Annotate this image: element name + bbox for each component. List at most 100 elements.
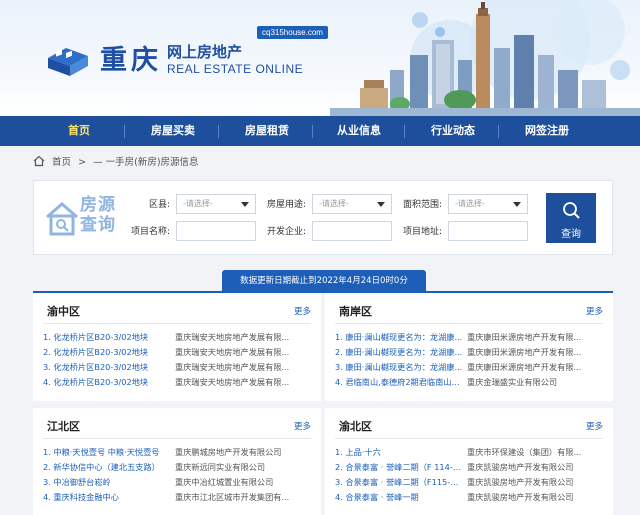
project-name[interactable]: 1. 康田·澜山樾现更名为：龙湖康...: [335, 330, 463, 345]
list-item[interactable]: 3. 化龙桥片区B20-3/02地块 重庆瑞安天地房地产发展有限...: [43, 360, 311, 375]
district-panel-nanan: 南岸区 更多 1. 康田·澜山樾现更名为：龙湖康... 重庆康田米源房地产开发有限…: [325, 293, 613, 401]
home-icon: [33, 155, 45, 167]
search-icon: [563, 202, 580, 219]
developer-name: 重庆凯骏房地产开发有限公司: [467, 492, 574, 502]
more-link[interactable]: 更多: [294, 420, 311, 432]
district-label: 区县:: [148, 200, 170, 210]
panel-title: 渝北区: [339, 420, 372, 433]
developer-name: 重庆中冶红城置业有限公司: [175, 477, 274, 487]
usage-label: 房屋用途:: [266, 200, 306, 210]
search-button-label: 查询: [561, 229, 581, 240]
project-name[interactable]: 1. 化龙桥片区B20-3/02地块: [43, 330, 171, 345]
list-item[interactable]: 3. 康田·澜山樾现更名为：龙湖康... 重庆康田米源房地产开发有限...: [335, 360, 603, 375]
area-label: 面积范围:: [402, 200, 442, 210]
divider: [335, 323, 603, 324]
project-name[interactable]: 2. 康田·澜山樾现更名为：龙湖康...: [335, 345, 463, 360]
breadcrumb-home[interactable]: 首页: [52, 157, 71, 168]
developer-name: 重庆金瑞盛实业有限公司: [467, 377, 558, 387]
district-panel-yubei: 渝北区 更多 1. 上品·十六 重庆市环保建设（集团）有限... 2. 合景泰富 …: [325, 408, 613, 515]
logo-icon: [48, 48, 88, 76]
search-button[interactable]: 查询: [546, 193, 596, 243]
chevron-down-icon: [513, 202, 521, 207]
nav-contract-register[interactable]: 网签注册: [509, 116, 585, 146]
district-panel-yuzhong: 渝中区 更多 1. 化龙桥片区B20-3/02地块 重庆瑞安天地房地产发展有限..…: [33, 293, 321, 401]
project-name[interactable]: 4. 合景泰富 · 誉峰一期: [335, 490, 463, 505]
list-item[interactable]: 1. 上品·十六 重庆市环保建设（集团）有限...: [335, 445, 603, 460]
list-item[interactable]: 1. 化龙桥片区B20-3/02地块 重庆瑞安天地房地产发展有限...: [43, 330, 311, 345]
developer-name: 重庆凯骏房地产开发有限公司: [467, 477, 574, 487]
list-item[interactable]: 2. 合景泰富 · 誉峰二期（F 114-1... 重庆凯骏房地产开发有限公司: [335, 460, 603, 475]
breadcrumb-current: — 一手房(新房)房源信息: [93, 157, 199, 168]
panel-title: 江北区: [47, 420, 80, 433]
nav-divider: [218, 125, 219, 138]
nav-divider: [312, 125, 313, 138]
logo-subtitle: 网上房地产: [167, 43, 243, 61]
divider: [335, 438, 603, 439]
project-name[interactable]: 1. 上品·十六: [335, 445, 463, 460]
nav-home[interactable]: 首页: [41, 116, 117, 146]
panel-title: 南岸区: [339, 305, 372, 318]
list-item[interactable]: 2. 新华协信中心（建北五支路） 重庆新远同实业有限公司: [43, 460, 311, 475]
developer-name: 重庆瑞安天地房地产发展有限...: [175, 332, 290, 342]
panel-title: 渝中区: [47, 305, 80, 318]
developer-name: 重庆瑞安天地房地产发展有限...: [175, 362, 290, 372]
breadcrumb-separator: >: [78, 157, 87, 168]
project-name[interactable]: 3. 中冶御舒台崧岭: [43, 475, 171, 490]
developer-name: 重庆瑞安天地房地产发展有限...: [175, 347, 290, 357]
district-panel-jiangbei: 江北区 更多 1. 中粮·天悦壹号 中粮·天悦壹号 重庆鹏城房地产开发有限公司 2…: [33, 408, 321, 515]
domain-badge: cq315house.com: [257, 26, 328, 39]
project-name[interactable]: 3. 康田·澜山樾现更名为：龙湖康...: [335, 360, 463, 375]
logo-chinese: 重庆: [100, 45, 162, 76]
developer-name: 重庆鹏城房地产开发有限公司: [175, 447, 282, 457]
project-name[interactable]: 3. 合景泰富 · 誉峰二期（F115-1...: [335, 475, 463, 490]
list-item[interactable]: 4. 重庆科技金融中心 重庆市江北区城市开发集团有...: [43, 490, 311, 505]
project-name[interactable]: 2. 化龙桥片区B20-3/02地块: [43, 345, 171, 360]
list-item[interactable]: 2. 康田·澜山樾现更名为：龙湖康... 重庆康田米源房地产开发有限...: [335, 345, 603, 360]
list-item[interactable]: 4. 化龙桥片区B20-3/02地块 重庆瑞安天地房地产发展有限...: [43, 375, 311, 390]
list-item[interactable]: 1. 中粮·天悦壹号 中粮·天悦壹号 重庆鹏城房地产开发有限公司: [43, 445, 311, 460]
divider: [43, 323, 311, 324]
list-item[interactable]: 2. 化龙桥片区B20-3/02地块 重庆瑞安天地房地产发展有限...: [43, 345, 311, 360]
developer-name: 重庆市环保建设（集团）有限...: [467, 447, 582, 457]
project-name[interactable]: 3. 化龙桥片区B20-3/02地块: [43, 360, 171, 375]
project-name[interactable]: 4. 君临南山,泰德府2期君临南山2期: [335, 375, 463, 390]
nav-house-sale[interactable]: 房屋买卖: [135, 116, 211, 146]
more-link[interactable]: 更多: [586, 420, 603, 432]
more-link[interactable]: 更多: [586, 305, 603, 317]
list-item[interactable]: 1. 康田·澜山樾现更名为：龙湖康... 重庆康田米源房地产开发有限...: [335, 330, 603, 345]
area-select[interactable]: -请选择-: [448, 194, 528, 214]
developer-name: 重庆康田米源房地产开发有限...: [467, 362, 582, 372]
house-search-panel: 房源 查询 区县: -请选择- 房屋用途: -请选择- 面积范围: -请选择- …: [33, 180, 613, 255]
list-item[interactable]: 3. 中冶御舒台崧岭 重庆中冶红城置业有限公司: [43, 475, 311, 490]
developer-label: 开发企业:: [266, 227, 306, 237]
house-search-icon: [46, 202, 78, 236]
developer-name: 重庆新远同实业有限公司: [175, 462, 266, 472]
address-input[interactable]: [448, 221, 528, 241]
breadcrumb: 首页 > — 一手房(新房)房源信息: [33, 155, 207, 171]
developer-name: 重庆康田米源房地产开发有限...: [467, 347, 582, 357]
data-update-notice: 数据更新日期截止到2022年4月24日0时0分: [222, 270, 426, 292]
developer-name: 重庆康田米源房地产开发有限...: [467, 332, 582, 342]
list-item[interactable]: 3. 合景泰富 · 誉峰二期（F115-1... 重庆凯骏房地产开发有限公司: [335, 475, 603, 490]
nav-industry-news[interactable]: 行业动态: [415, 116, 491, 146]
project-name[interactable]: 4. 重庆科技金融中心: [43, 490, 171, 505]
more-link[interactable]: 更多: [294, 305, 311, 317]
logo-english: REAL ESTATE ONLINE: [167, 62, 304, 76]
list-item[interactable]: 4. 合景泰富 · 誉峰一期 重庆凯骏房地产开发有限公司: [335, 490, 603, 505]
nav-divider: [404, 125, 405, 138]
developer-name: 重庆凯骏房地产开发有限公司: [467, 462, 574, 472]
developer-name: 重庆瑞安天地房地产发展有限...: [175, 377, 290, 387]
project-name[interactable]: 1. 中粮·天悦壹号 中粮·天悦壹号: [43, 445, 171, 460]
nav-practitioner-info[interactable]: 从业信息: [321, 116, 397, 146]
project-name-label: 项目名称:: [130, 227, 170, 237]
list-item[interactable]: 4. 君临南山,泰德府2期君临南山2期 重庆金瑞盛实业有限公司: [335, 375, 603, 390]
site-header: 重庆 网上房地产 REAL ESTATE ONLINE cq315house.c…: [0, 0, 640, 116]
city-skyline-illustration: [330, 0, 640, 116]
nav-divider: [498, 125, 499, 138]
developer-name: 重庆市江北区城市开发集团有...: [175, 492, 290, 502]
project-name[interactable]: 2. 合景泰富 · 誉峰二期（F 114-1...: [335, 460, 463, 475]
nav-house-rent[interactable]: 房屋租赁: [229, 116, 305, 146]
project-name[interactable]: 4. 化龙桥片区B20-3/02地块: [43, 375, 171, 390]
nav-divider: [124, 125, 125, 138]
project-name[interactable]: 2. 新华协信中心（建北五支路）: [43, 460, 171, 475]
